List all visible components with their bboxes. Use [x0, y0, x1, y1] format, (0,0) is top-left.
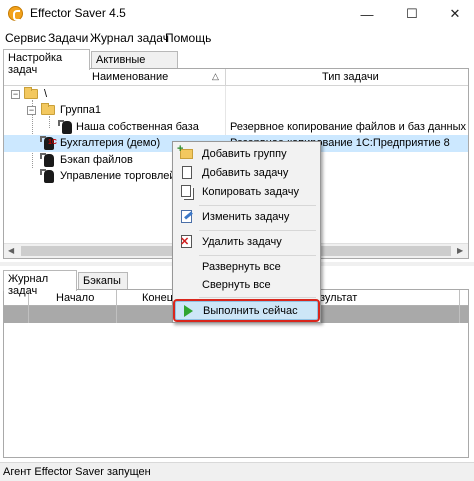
menu-item-copy-task[interactable]: Копировать задачу	[175, 183, 318, 202]
badge-1c-icon: 1С	[48, 139, 57, 146]
tree-row-own-base[interactable]: Наша собственная база Резервное копирова…	[4, 119, 468, 136]
tree-item-label: Группа1	[60, 104, 101, 116]
menu-bar: Сервис Задачи Журнал задач Помощь	[0, 28, 474, 48]
collapse-toggle[interactable]: −	[27, 106, 36, 115]
scroll-left-icon[interactable]: ◀	[8, 246, 14, 255]
window-title: Effector Saver 4.5	[30, 6, 126, 20]
play-icon	[184, 305, 193, 317]
tree-item-label: Управление торговлей	[60, 170, 176, 182]
menu-item-add-group[interactable]: Добавить группу	[175, 143, 318, 164]
scroll-right-icon[interactable]: ▶	[457, 246, 463, 255]
column-start-header[interactable]: Начало	[56, 292, 94, 304]
folder-icon	[41, 103, 55, 115]
grid-header: Наименование △ Тип задачи	[4, 69, 468, 86]
menu-item-collapse-all[interactable]: Свернуть все	[175, 276, 318, 295]
sort-ascending-icon[interactable]: △	[212, 71, 219, 82]
folder-add-icon	[177, 143, 193, 159]
task-type-cell: Резервное копирование файлов и баз данны…	[230, 121, 467, 133]
column-type-header[interactable]: Тип задачи	[322, 71, 379, 83]
menu-item-label: Свернуть все	[202, 279, 271, 291]
close-button[interactable]: ✕	[440, 4, 470, 24]
tree-row-root[interactable]: − \	[4, 86, 468, 103]
app-logo-icon	[8, 6, 23, 21]
menu-item-label: Копировать задачу	[202, 186, 299, 198]
menu-item-expand-all[interactable]: Развернуть все	[175, 258, 318, 277]
context-menu: Добавить группу Добавить задачу Копирова…	[172, 141, 321, 323]
menu-service[interactable]: Сервис	[5, 31, 46, 45]
menu-tasks[interactable]: Задачи	[48, 31, 88, 45]
tree-item-label: Бэкап файлов	[60, 154, 133, 166]
menu-item-edit-task[interactable]: Изменить задачу	[175, 208, 318, 227]
title-bar: Effector Saver 4.5 — ☐ ✕	[0, 0, 474, 28]
menu-item-label: Удалить задачу	[202, 236, 282, 248]
menu-item-label: Добавить группу	[202, 148, 287, 160]
folder-icon	[24, 87, 38, 99]
menu-item-label: Изменить задачу	[202, 211, 290, 223]
menu-help[interactable]: Помощь	[165, 31, 211, 45]
tree-item-label: \	[44, 88, 48, 100]
tree-item-label: Бухгалтерия (демо)	[60, 137, 161, 149]
tab-backups[interactable]: Бэкапы	[78, 272, 128, 290]
task-icon	[40, 169, 54, 183]
tab-task-settings[interactable]: Настройка задач	[3, 49, 90, 76]
tab-active-tasks[interactable]: Активные задачи	[91, 51, 178, 78]
copy-icon	[181, 185, 191, 197]
status-text: Агент Effector Saver запущен	[3, 466, 151, 478]
column-end-header[interactable]: Конец	[142, 292, 173, 304]
edit-icon	[181, 210, 192, 223]
status-bar: Агент Effector Saver запущен	[0, 462, 474, 481]
tree-row-group1[interactable]: − Группа1	[4, 102, 468, 119]
menu-item-label: Выполнить сейчас	[203, 305, 298, 317]
delete-icon	[180, 235, 192, 248]
menu-item-run-now[interactable]: Выполнить сейчас	[173, 299, 320, 322]
menu-item-delete-task[interactable]: Удалить задачу	[175, 233, 318, 252]
collapse-toggle[interactable]: −	[11, 90, 20, 99]
minimize-button[interactable]: —	[352, 4, 382, 24]
column-result-header[interactable]: зультат	[320, 292, 357, 304]
menu-item-label: Добавить задачу	[202, 167, 289, 179]
task-icon	[40, 153, 54, 167]
task-icon	[58, 120, 72, 134]
menu-task-log[interactable]: Журнал задач	[90, 31, 169, 45]
menu-item-add-task[interactable]: Добавить задачу	[175, 164, 318, 183]
tab-task-log[interactable]: Журнал задач	[3, 270, 77, 297]
tree-item-label: Наша собственная база	[76, 121, 199, 133]
top-tab-strip: Настройка задач Активные задачи	[0, 49, 474, 78]
task-add-icon	[182, 166, 192, 179]
column-name-header[interactable]: Наименование	[92, 71, 168, 83]
maximize-button[interactable]: ☐	[397, 4, 427, 24]
menu-item-label: Развернуть все	[202, 261, 281, 273]
